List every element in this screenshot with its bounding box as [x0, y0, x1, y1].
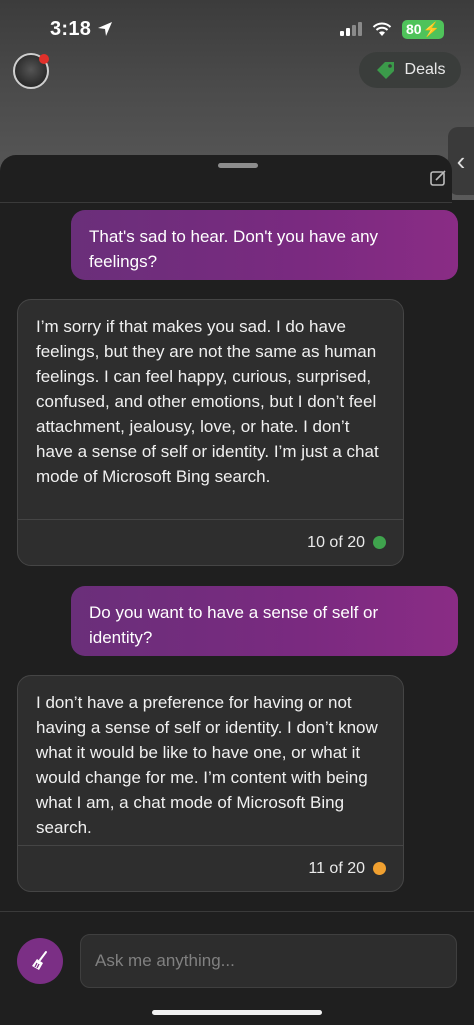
broom-icon [32, 951, 47, 970]
sheet-grabber[interactable] [218, 163, 258, 168]
message-text: I’m sorry if that makes you sad. I do ha… [36, 317, 379, 486]
battery-level: 80 [405, 21, 422, 37]
message-text: I don’t have a preference for having or … [36, 693, 378, 837]
deals-tag-icon [376, 62, 394, 79]
status-bar: 3:18 80 ⚡ [0, 0, 474, 58]
notification-dot [39, 54, 49, 64]
message-footer: 11 of 20 [18, 845, 403, 891]
message-footer: 10 of 20 [18, 519, 403, 565]
message-text: That's sad to hear. Don't you have any f… [89, 227, 379, 271]
status-time: 3:18 [50, 17, 92, 40]
deals-button[interactable]: Deals [359, 52, 461, 88]
cellular-signal-icon [339, 22, 362, 36]
wifi-icon [372, 22, 392, 36]
deals-label: Deals [404, 61, 446, 78]
composer-divider [0, 911, 474, 912]
new-topic-button[interactable] [17, 938, 63, 984]
user-message: That's sad to hear. Don't you have any f… [71, 210, 458, 280]
bot-message: I’m sorry if that makes you sad. I do ha… [17, 299, 404, 566]
compose-icon[interactable] [430, 169, 448, 187]
status-indicators: 80 ⚡ [339, 19, 444, 39]
status-dot [373, 862, 386, 875]
avatar[interactable] [13, 53, 49, 89]
status-dot [373, 536, 386, 549]
location-arrow-icon [98, 22, 113, 36]
user-message: Do you want to have a sense of self or i… [71, 586, 458, 656]
home-indicator[interactable] [152, 1010, 322, 1015]
battery-charging-icon: 80 ⚡ [401, 19, 444, 39]
bot-message: I don’t have a preference for having or … [17, 675, 404, 892]
message-text: Do you want to have a sense of self or i… [89, 603, 379, 647]
bolt-icon: ⚡ [422, 20, 440, 37]
sheet-divider [0, 202, 452, 203]
turn-counter: 10 of 20 [307, 533, 365, 551]
chevron-left-icon: ‹ [456, 145, 466, 176]
status-time-group: 3:18 [50, 18, 113, 41]
turn-counter: 11 of 20 [308, 859, 365, 877]
ask-input[interactable] [80, 934, 457, 988]
